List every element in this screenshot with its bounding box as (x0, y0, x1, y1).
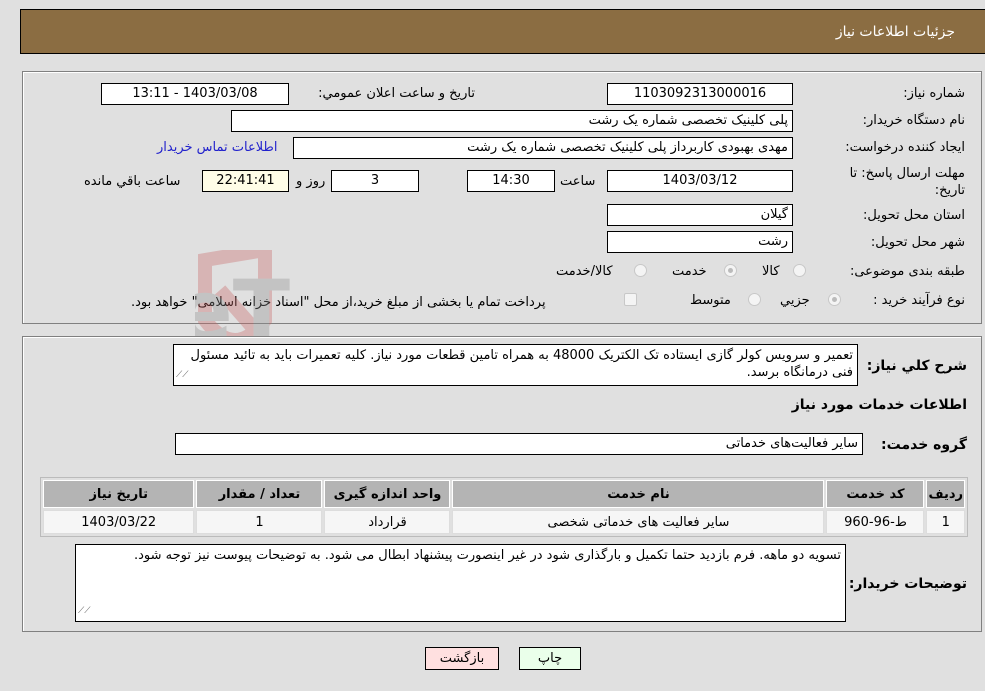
province-field: گیلان (607, 204, 793, 226)
city-field: رشت (607, 231, 793, 253)
treasury-checkbox[interactable] (624, 293, 637, 306)
col-row-number: ردیف (926, 480, 965, 508)
cell-row-number: 1 (926, 510, 965, 534)
purchase-type-label: نوع فرآیند خرید : (873, 293, 965, 308)
service-group-label: گروه خدمت: (881, 437, 967, 453)
buyer-contact-link[interactable]: اطلاعات تماس خریدار (157, 140, 277, 155)
province-label: استان محل تحویل: (863, 208, 965, 223)
description-label: شرح کلي نياز: (866, 358, 967, 374)
back-button[interactable]: بازگشت (425, 647, 499, 670)
services-heading: اطلاعات خدمات مورد نیاز (791, 397, 967, 413)
deadline-date-field: 1403/03/12 (607, 170, 793, 192)
buyer-notes-textarea[interactable]: تسویه دو ماهه. فرم بازدید حتما تکمیل و ب… (75, 544, 846, 622)
cell-quantity: 1 (196, 510, 323, 534)
deadline-time-label: ساعت (560, 174, 596, 189)
resize-grip-icon[interactable]: ⟋⟋ (176, 367, 189, 384)
purchase-option-medium: متوسط (690, 293, 731, 308)
category-option-goods: کالا (762, 264, 780, 279)
deadline-label: مهلت ارسال پاسخ: تا تاریخ: (849, 166, 965, 198)
remaining-time-field: 22:41:41 (202, 170, 289, 192)
requester-field: مهدی بهبودی کاربرداز پلی کلینیک تخصصی شم… (293, 137, 793, 159)
remaining-days-field: 3 (331, 170, 419, 192)
cell-service-name: سایر فعالیت های خدماتی شخصی (452, 510, 825, 534)
category-option-service: خدمت (672, 264, 707, 279)
treasury-note: پرداخت تمام یا بخشی از مبلغ خرید،از محل … (131, 295, 546, 310)
service-group-field: سایر فعالیت‌های خدماتی (175, 433, 863, 455)
need-number-label: شماره نیاز: (903, 86, 965, 101)
col-quantity: تعداد / مقدار (196, 480, 323, 508)
buyer-org-label: نام دستگاه خریدار: (862, 113, 965, 128)
purchase-radio-minor[interactable] (828, 293, 841, 306)
announce-datetime-field: 1403/03/08 - 13:11 (101, 83, 289, 105)
deadline-time-field: 14:30 (467, 170, 555, 192)
category-radio-goods[interactable] (793, 264, 806, 277)
category-label: طبقه بندی موضوعی: (849, 264, 965, 279)
description-text: تعمیر و سرویس کولر گازی ایستاده تک الکتر… (190, 348, 854, 380)
cell-service-code: ط-96-960 (826, 510, 925, 534)
col-need-date: تاریخ نیاز (43, 480, 195, 508)
purchase-radio-medium[interactable] (748, 293, 761, 306)
print-button[interactable]: چاپ (519, 647, 581, 670)
description-textarea[interactable]: تعمیر و سرویس کولر گازی ایستاده تک الکتر… (173, 344, 858, 386)
resize-grip-icon[interactable]: ⟋⟋ (78, 603, 91, 620)
buyer-notes-label: توضیحات خریدار: (848, 576, 967, 592)
table-row: 1 ط-96-960 سایر فعالیت های خدماتی شخصی ق… (43, 510, 965, 534)
cell-unit: قرارداد (324, 510, 451, 534)
days-label: روز و (296, 174, 326, 189)
page-header: جزئیات اطلاعات نیاز (20, 9, 985, 54)
need-number-field: 1103092313000016 (607, 83, 793, 105)
table-header-row: ردیف کد خدمت نام خدمت واحد اندازه گیری ت… (43, 480, 965, 508)
purchase-option-minor: جزيي (780, 293, 810, 308)
buyer-notes-text: تسویه دو ماهه. فرم بازدید حتما تکمیل و ب… (133, 548, 841, 563)
remaining-time-label: ساعت باقي مانده (84, 174, 181, 189)
col-service-name: نام خدمت (452, 480, 825, 508)
city-label: شهر محل تحویل: (870, 235, 965, 250)
col-unit: واحد اندازه گیری (324, 480, 451, 508)
col-service-code: کد خدمت (826, 480, 925, 508)
category-radio-service[interactable] (724, 264, 737, 277)
announce-datetime-label: تاریخ و ساعت اعلان عمومي: (318, 86, 475, 101)
category-option-goods-service: کالا/خدمت (556, 264, 613, 279)
services-table: ردیف کد خدمت نام خدمت واحد اندازه گیری ت… (40, 477, 968, 537)
cell-need-date: 1403/03/22 (43, 510, 195, 534)
category-radio-goods-service[interactable] (634, 264, 647, 277)
page-title: جزئیات اطلاعات نیاز (835, 23, 955, 40)
buyer-org-field: پلی کلینیک تخصصی شماره یک رشت (231, 110, 793, 132)
requester-label: ایجاد کننده درخواست: (845, 140, 965, 155)
